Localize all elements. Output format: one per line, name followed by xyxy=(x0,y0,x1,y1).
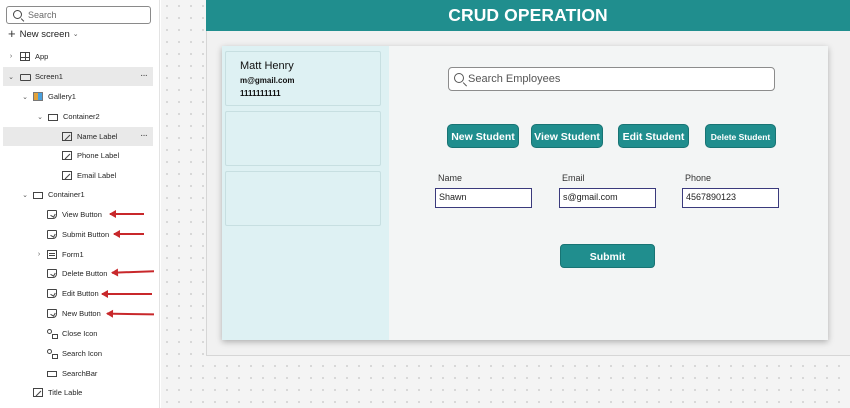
tree-item-label: Search Icon xyxy=(62,349,103,358)
submit-button[interactable]: Submit xyxy=(560,244,655,268)
tree-item-app[interactable]: › App xyxy=(3,47,153,66)
searchbar-icon xyxy=(47,371,57,378)
tree-item-screen1[interactable]: ⌄ Screen1 ··· xyxy=(3,67,153,86)
chevron-right-icon[interactable]: › xyxy=(7,53,15,60)
tree-item-label: New Button xyxy=(62,309,101,318)
search-icon xyxy=(13,10,22,19)
button-icon xyxy=(47,210,57,219)
app-icon xyxy=(20,52,30,61)
plus-icon: + xyxy=(8,26,16,41)
new-student-button[interactable]: New Student xyxy=(447,124,519,148)
tree-item-label: Container1 xyxy=(48,190,85,199)
phone-field-label: Phone xyxy=(685,173,712,183)
app-title: CRUD OPERATION xyxy=(206,0,850,31)
button-icon xyxy=(47,269,57,278)
name-field-label: Name xyxy=(438,173,463,183)
gallery-item[interactable] xyxy=(225,111,381,166)
button-icon xyxy=(47,289,57,298)
gallery-email-label: m@gmail.com xyxy=(240,76,295,85)
form-icon xyxy=(47,250,57,259)
tree-item-phone-label[interactable]: Phone Label xyxy=(3,146,153,165)
label-icon xyxy=(62,171,72,180)
delete-student-button[interactable]: Delete Student xyxy=(705,124,776,148)
more-options-icon[interactable]: ··· xyxy=(140,130,148,141)
annotation-arrow xyxy=(113,230,144,238)
tree-search-placeholder: Search xyxy=(28,10,57,20)
new-screen-label: New screen xyxy=(19,28,70,40)
tree-item-label: Submit Button xyxy=(62,230,110,239)
label-icon xyxy=(33,388,43,397)
chevron-down-icon[interactable]: ⌄ xyxy=(7,73,15,81)
gallery-item[interactable] xyxy=(225,171,381,226)
tree-item-label: App xyxy=(35,52,49,61)
tree-item-email-label[interactable]: Email Label xyxy=(3,166,153,185)
container-icon xyxy=(33,191,43,199)
icons-icon xyxy=(47,349,58,359)
tree-item-label: Form1 xyxy=(62,250,84,259)
screen-icon xyxy=(20,73,31,81)
chevron-down-icon[interactable]: ⌄ xyxy=(21,191,29,199)
tree-view-panel: Search + New screen ⌄ › App ⌄ Screen1 ··… xyxy=(0,0,160,408)
employee-search-input[interactable]: Search Employees xyxy=(448,67,775,91)
chevron-right-icon[interactable]: › xyxy=(35,251,43,258)
view-student-button[interactable]: View Student xyxy=(531,124,603,148)
tree-item-label: SearchBar xyxy=(62,369,98,378)
tree-item-label: Edit Button xyxy=(62,289,99,298)
tree-item-searchbar[interactable]: SearchBar xyxy=(3,364,153,383)
tree-item-gallery1[interactable]: ⌄ Gallery1 xyxy=(3,87,153,106)
tree-item-label: Screen1 xyxy=(35,72,63,81)
tree-item-label: Gallery1 xyxy=(48,92,76,101)
name-field[interactable]: Shawn xyxy=(435,188,532,208)
annotation-arrow xyxy=(101,290,152,298)
label-icon xyxy=(62,132,72,141)
tree-item-container2[interactable]: ⌄ Container2 xyxy=(3,107,153,126)
button-icon xyxy=(47,230,57,239)
container-icon xyxy=(48,113,58,121)
tree-item-container1[interactable]: ⌄ Container1 xyxy=(3,185,153,204)
annotation-arrow xyxy=(109,210,144,218)
employee-search-placeholder: Search Employees xyxy=(468,73,561,85)
edit-student-button[interactable]: Edit Student xyxy=(618,124,689,148)
chevron-down-icon[interactable]: ⌄ xyxy=(21,93,29,101)
email-field-label: Email xyxy=(562,173,585,183)
gallery-name-label: Matt Henry xyxy=(240,60,294,72)
tree-item-close-icon[interactable]: Close Icon xyxy=(3,324,153,343)
tree-item-label: Delete Button xyxy=(62,269,108,278)
tree-item-label: View Button xyxy=(62,210,102,219)
tree-item-label: Phone Label xyxy=(77,151,120,160)
tree-item-form1[interactable]: › Form1 xyxy=(3,245,153,264)
new-screen-button[interactable]: + New screen ⌄ xyxy=(8,26,79,41)
tree-item-title-lable[interactable]: Title Lable xyxy=(3,383,153,402)
tree-search-input[interactable]: Search xyxy=(6,6,151,24)
chevron-down-icon[interactable]: ⌄ xyxy=(36,113,44,121)
email-field[interactable]: s@gmail.com xyxy=(559,188,656,208)
tree-item-name-label[interactable]: Name Label ··· xyxy=(3,127,153,146)
tree-item-search-icon[interactable]: Search Icon xyxy=(3,344,153,363)
tree-item-delete-button[interactable]: Delete Button xyxy=(3,264,153,283)
tree-item-label: Title Lable xyxy=(48,388,83,397)
more-options-icon[interactable]: ··· xyxy=(140,70,148,81)
chevron-down-icon: ⌄ xyxy=(72,31,79,38)
tree-item-label: Name Label xyxy=(77,132,118,141)
gallery-icon xyxy=(33,92,43,101)
gallery-phone-label: 1111111111 xyxy=(240,89,281,98)
label-icon xyxy=(62,151,72,160)
tree-item-label: Close Icon xyxy=(62,329,98,338)
icons-icon xyxy=(47,329,58,339)
search-icon[interactable] xyxy=(454,73,464,83)
tree-item-label: Container2 xyxy=(63,112,100,121)
button-icon xyxy=(47,309,57,318)
tree-item-label: Email Label xyxy=(77,171,117,180)
phone-field[interactable]: 4567890123 xyxy=(682,188,779,208)
